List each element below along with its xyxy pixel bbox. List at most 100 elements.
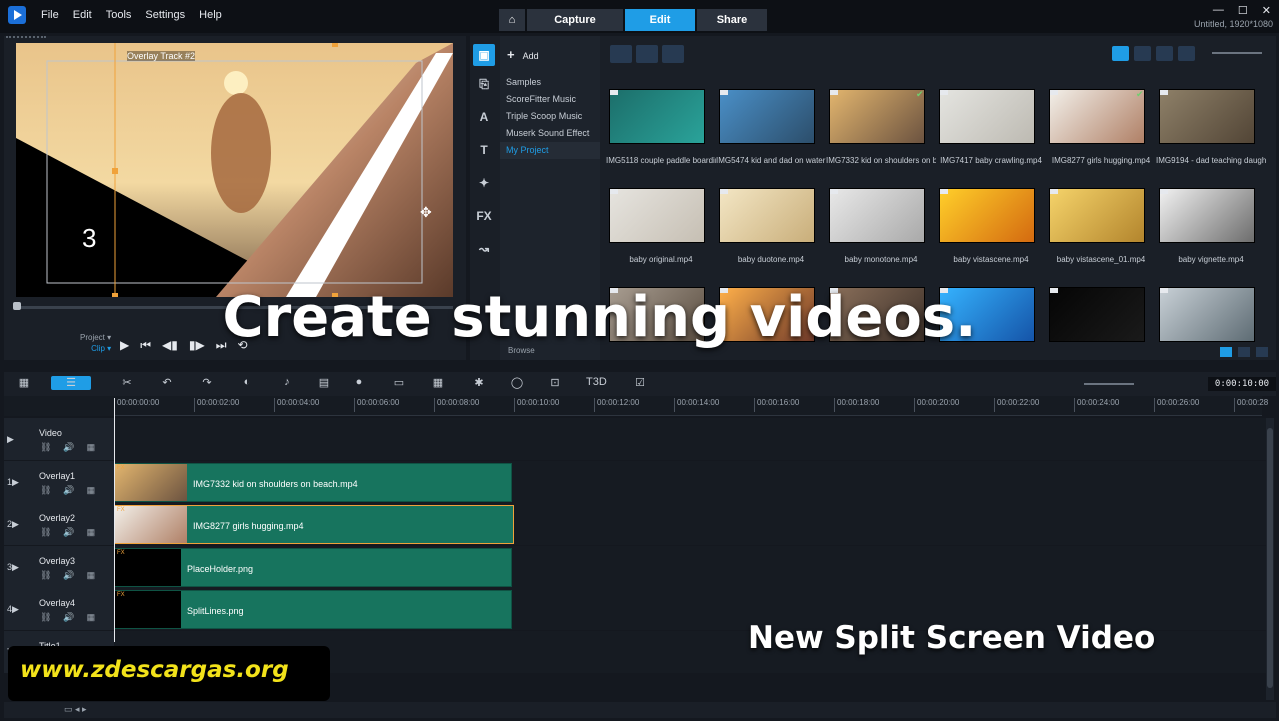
- track-controls[interactable]: ⛓🔊▦: [40, 485, 107, 496]
- path-icon[interactable]: ↝: [470, 242, 498, 275]
- track-type-icon[interactable]: 3▶: [7, 562, 19, 573]
- folder-my-project[interactable]: My Project: [500, 142, 600, 159]
- project-info: Untitled, 1920*1080: [1193, 19, 1273, 29]
- add-folder-button[interactable]: + Add: [507, 47, 539, 62]
- track-header[interactable]: 3▶ Overlay3 ⛓🔊▦: [4, 545, 114, 588]
- subtitle-icon[interactable]: ▭: [391, 376, 407, 390]
- list-view-icon[interactable]: [1134, 46, 1151, 61]
- track-type-icon[interactable]: ▶: [7, 434, 14, 445]
- ruler-tick: 00:00:20:00: [914, 398, 959, 412]
- playhead[interactable]: [114, 398, 115, 642]
- timeline-clip[interactable]: FX IMG8277 girls hugging.mp4: [114, 505, 514, 544]
- undo-icon[interactable]: ↶: [159, 376, 175, 390]
- thumbnail-size-slider[interactable]: [1212, 52, 1262, 54]
- ruler-tick: 00:00:06:00: [354, 398, 399, 412]
- 3d-title-icon[interactable]: T3D: [586, 376, 607, 390]
- timeline-ruler[interactable]: 00:00:00:00 00:00:02:00 00:00:04:00 00:00:0…: [114, 396, 1268, 416]
- panel-grip[interactable]: [6, 36, 46, 40]
- timeline-clip[interactable]: FX PlaceHolder.png: [114, 547, 512, 587]
- ruler-tick-label: 00:00:26:00: [1157, 398, 1200, 407]
- track-type-icon[interactable]: 4▶: [7, 604, 19, 615]
- timeline-clip[interactable]: FX IMG7332 kid on shoulders on beach.mp4: [114, 462, 512, 502]
- preview-window[interactable]: Overlay Track #2 3 ✥: [16, 43, 453, 297]
- track-type-icon[interactable]: 2▶: [7, 519, 19, 530]
- multi-camera-icon[interactable]: ▤: [316, 376, 332, 390]
- show-video-icon[interactable]: [610, 45, 632, 63]
- folder-scorefitter-music[interactable]: ScoreFitter Music: [500, 91, 600, 108]
- ruler-tick-label: 00:00:24:00: [1077, 398, 1120, 407]
- maximize-button[interactable]: ☐: [1238, 4, 1248, 17]
- split-screen-icon[interactable]: ▦: [430, 376, 446, 390]
- timeline-footer-controls[interactable]: ▭ ◂ ▸: [64, 704, 87, 715]
- folder-triple-scoop-music[interactable]: Triple Scoop Music: [500, 108, 600, 125]
- track-type-icon[interactable]: 1▶: [7, 477, 19, 488]
- ruler-tick-label: 00:00:10:00: [517, 398, 560, 407]
- color-icon[interactable]: ◐: [239, 376, 255, 390]
- track-controls[interactable]: ⛓🔊▦: [40, 527, 107, 538]
- filters-icon[interactable]: FX: [470, 209, 498, 242]
- menu-settings[interactable]: Settings: [145, 9, 185, 21]
- folder-muserk-sound-effect[interactable]: Muserk Sound Effect: [500, 125, 600, 142]
- show-photo-icon[interactable]: [636, 45, 658, 63]
- track-lane[interactable]: FX IMG8277 girls hugging.mp4: [114, 503, 1266, 545]
- timeline-view-icon[interactable]: ☰: [51, 376, 91, 390]
- motion-icon[interactable]: ✱: [471, 376, 487, 390]
- record-icon[interactable]: ☑: [632, 376, 648, 390]
- audio-mixer-icon[interactable]: ♪: [279, 376, 295, 390]
- ruler-tick-label: 00:00:00:00: [117, 398, 160, 407]
- tab-capture[interactable]: Capture: [527, 9, 623, 31]
- fx-badge-icon: FX: [117, 464, 125, 471]
- media-thumbnail: [1159, 188, 1255, 243]
- track-header[interactable]: 4▶ Overlay4 ⛓🔊▦: [4, 588, 114, 630]
- graphics-icon[interactable]: ✦: [470, 176, 498, 209]
- home-icon[interactable]: ⌂: [499, 9, 525, 31]
- ruler-tick: 00:00:14:00: [674, 398, 719, 412]
- track-header[interactable]: ▶ Video ⛓🔊▦: [4, 418, 114, 460]
- storyboard-view-icon[interactable]: ▦: [16, 376, 32, 390]
- title-icon[interactable]: T: [470, 143, 498, 176]
- video-badge-icon: [720, 189, 728, 194]
- instant-project-icon[interactable]: ⎘: [470, 77, 498, 110]
- track-header[interactable]: 2▶ Overlay2 ⛓🔊▦: [4, 503, 114, 545]
- redo-icon[interactable]: ↷: [199, 376, 215, 390]
- timeline-zoom-slider[interactable]: [1084, 383, 1134, 385]
- ruler-tick-label: 00:00:16:00: [757, 398, 800, 407]
- ruler-tick: 00:00:08:00: [434, 398, 479, 412]
- show-audio-icon[interactable]: [662, 45, 684, 63]
- minimize-button[interactable]: —: [1213, 4, 1224, 17]
- tab-share[interactable]: Share: [697, 9, 767, 31]
- mask-icon[interactable]: ●: [351, 376, 367, 390]
- track-lane[interactable]: FX IMG7332 kid on shoulders on beach.mp4: [114, 460, 1266, 503]
- crop-icon[interactable]: ⊡: [547, 376, 563, 390]
- sort-icon[interactable]: [1178, 46, 1195, 61]
- track-controls[interactable]: ⛓🔊▦: [40, 442, 107, 453]
- media-thumbnail: [939, 89, 1035, 144]
- tracking-icon[interactable]: ◯: [509, 376, 525, 390]
- track-controls[interactable]: ⛓🔊▦: [40, 570, 107, 581]
- thumbnail-view-icon[interactable]: [1112, 46, 1129, 61]
- app-logo-icon: [8, 6, 26, 24]
- track-lane[interactable]: FX PlaceHolder.png: [114, 545, 1266, 588]
- menu-edit[interactable]: Edit: [73, 9, 92, 21]
- clip-thumbnail: [115, 548, 181, 586]
- transition-icon[interactable]: A: [470, 110, 498, 143]
- scrollbar-thumb[interactable]: [1267, 428, 1273, 688]
- timeline-clip[interactable]: FX SplitLines.png: [114, 590, 512, 629]
- track-lane[interactable]: [114, 418, 1266, 460]
- promo-headline: Create stunning videos.: [222, 285, 977, 350]
- promo-subheadline: New Split Screen Video: [748, 620, 1156, 656]
- tools-icon[interactable]: ✂: [119, 376, 135, 390]
- folder-samples[interactable]: Samples: [500, 74, 600, 91]
- tab-edit[interactable]: Edit: [625, 9, 695, 31]
- timeline-scrollbar[interactable]: [1266, 418, 1274, 700]
- media-icon[interactable]: ▣: [473, 44, 495, 66]
- menu-help[interactable]: Help: [199, 9, 222, 21]
- menu-tools[interactable]: Tools: [106, 9, 132, 21]
- track-controls[interactable]: ⛓🔊▦: [40, 612, 107, 623]
- close-button[interactable]: ✕: [1262, 4, 1271, 17]
- track-header[interactable]: 1▶ Overlay1 ⛓🔊▦: [4, 460, 114, 503]
- menu-file[interactable]: File: [41, 9, 59, 21]
- timecode-display[interactable]: 0:00:10:00: [1208, 377, 1276, 391]
- grid-view-icon[interactable]: [1156, 46, 1173, 61]
- media-name: IMG7417 baby crawling.mp4: [940, 156, 1042, 165]
